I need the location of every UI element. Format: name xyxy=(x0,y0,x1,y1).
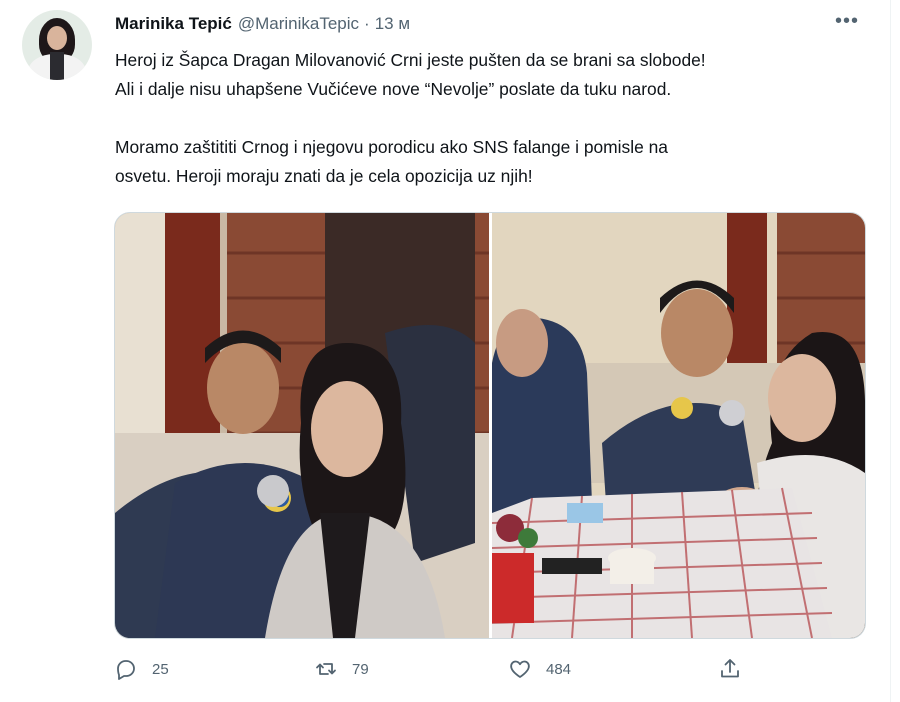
retweet-icon xyxy=(316,663,336,675)
share-button[interactable] xyxy=(718,652,742,686)
tweet-text-line: Moramo zaštititi Crnog i njegovu porodic… xyxy=(115,137,668,157)
reply-count: 25 xyxy=(152,660,169,678)
more-icon[interactable]: ••• xyxy=(832,11,862,34)
share-icon xyxy=(721,659,739,678)
author-name[interactable]: Marinika Tepić xyxy=(115,14,232,34)
photo-left-image xyxy=(115,213,489,638)
timestamp[interactable]: 13 м xyxy=(375,14,410,34)
retweet-button[interactable]: 79 xyxy=(314,652,369,686)
author-handle[interactable]: @MarinikaTepic xyxy=(238,14,359,34)
photo-left[interactable] xyxy=(115,213,489,638)
photo-right-image xyxy=(492,213,865,638)
reply-icon xyxy=(117,660,135,680)
avatar[interactable] xyxy=(22,10,92,80)
media-grid xyxy=(114,212,866,639)
tweet-text-line: Heroj iz Šapca Dragan Milovanović Crni j… xyxy=(115,50,706,70)
tweet-text-line: osvetu. Heroji moraju znati da je cela o… xyxy=(115,166,533,186)
tweet-text-line: Ali i dalje nisu uhapšene Vučićeve nove … xyxy=(115,79,672,99)
tweet[interactable]: Marinika Tepić @MarinikaTepic · 13 м •••… xyxy=(0,0,891,702)
tweet-text: Heroj iz Šapca Dragan Milovanović Crni j… xyxy=(115,46,875,191)
photo-right[interactable] xyxy=(492,213,865,638)
tweet-header: Marinika Tepić @MarinikaTepic · 13 м xyxy=(115,12,410,36)
avatar-shirt xyxy=(50,52,64,80)
like-count: 484 xyxy=(546,660,572,678)
tweet-actions: 25 79 484 xyxy=(114,652,754,686)
separator-dot: · xyxy=(364,14,370,33)
heart-icon xyxy=(510,660,530,678)
reply-button[interactable]: 25 xyxy=(114,652,169,686)
like-button[interactable]: 484 xyxy=(508,652,571,686)
retweet-count: 79 xyxy=(352,660,369,678)
avatar-face xyxy=(47,26,67,50)
